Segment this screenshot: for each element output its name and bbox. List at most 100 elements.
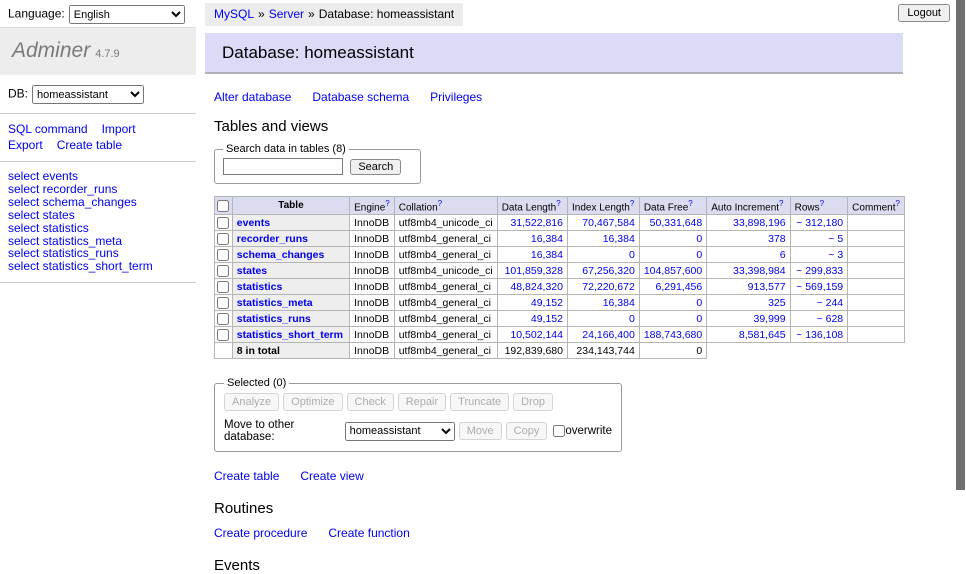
data-length-link[interactable]: 31,522,816 <box>510 217 563 229</box>
import-link[interactable]: Import <box>102 121 136 137</box>
sql-command-link[interactable]: SQL command <box>8 121 88 137</box>
index-length-link[interactable]: 24,166,400 <box>582 329 635 341</box>
data-free-link[interactable]: 6,291,456 <box>656 281 703 293</box>
data-free-link[interactable]: 188,743,680 <box>644 329 702 341</box>
rows-estimate-link[interactable]: ~ 3 <box>828 249 843 261</box>
row-checkbox[interactable] <box>217 249 229 261</box>
create-function-link[interactable]: Create function <box>328 526 409 540</box>
rows-estimate-link[interactable]: ~ 299,833 <box>796 265 843 277</box>
auto-increment-link[interactable]: 33,898,196 <box>733 217 786 229</box>
table-name-link[interactable]: statistics <box>237 281 283 293</box>
sidebar-select-link[interactable]: select schema_changes <box>8 196 188 209</box>
rows-estimate-link[interactable]: ~ 569,159 <box>796 281 843 293</box>
column-help-link[interactable]: ? <box>630 199 634 208</box>
create-procedure-link[interactable]: Create procedure <box>214 526 307 540</box>
data-length-link[interactable]: 16,384 <box>531 249 563 261</box>
rows-estimate-link[interactable]: ~ 136,108 <box>796 329 843 341</box>
auto-increment-link[interactable]: 33,398,984 <box>733 265 786 277</box>
table-name-link[interactable]: statistics_short_term <box>237 329 343 341</box>
column-help-link[interactable]: ? <box>896 199 900 208</box>
data-free-link[interactable]: 50,331,648 <box>650 217 703 229</box>
auto-increment-link[interactable]: 39,999 <box>753 313 785 325</box>
rows-estimate-link[interactable]: ~ 312,180 <box>796 217 843 229</box>
index-length-link[interactable]: 70,467,584 <box>582 217 635 229</box>
table-name-link[interactable]: events <box>237 217 270 229</box>
db-select[interactable]: homeassistant <box>32 85 144 104</box>
row-checkbox[interactable] <box>217 313 229 325</box>
column-help-link[interactable]: ? <box>820 199 824 208</box>
privileges-link[interactable]: Privileges <box>430 90 482 104</box>
search-button[interactable]: Search <box>350 159 401 175</box>
column-help-link[interactable]: ? <box>779 199 783 208</box>
table-name-link[interactable]: states <box>237 265 267 277</box>
repair-button[interactable]: Repair <box>398 393 446 411</box>
move-database-select[interactable]: homeassistant <box>345 422 455 441</box>
database-schema-link[interactable]: Database schema <box>312 90 409 104</box>
column-help-link[interactable]: ? <box>438 199 442 208</box>
auto-increment-link[interactable]: 913,577 <box>748 281 786 293</box>
auto-increment-link[interactable]: 378 <box>768 233 786 245</box>
create-view-link[interactable]: Create view <box>300 469 363 483</box>
row-checkbox[interactable] <box>217 265 229 277</box>
rows-estimate-link[interactable]: ~ 5 <box>828 233 843 245</box>
data-length-link[interactable]: 16,384 <box>531 233 563 245</box>
data-length-link[interactable]: 48,824,320 <box>510 281 563 293</box>
index-length-link[interactable]: 0 <box>629 249 635 261</box>
index-length-link[interactable]: 67,256,320 <box>582 265 635 277</box>
create-table-link[interactable]: Create table <box>214 469 279 483</box>
data-free-link[interactable]: 104,857,600 <box>644 265 702 277</box>
data-free-link[interactable]: 0 <box>696 313 702 325</box>
create-table-link-sidebar[interactable]: Create table <box>57 137 122 153</box>
column-help-link[interactable]: ? <box>688 199 692 208</box>
data-length-link[interactable]: 10,502,144 <box>510 329 563 341</box>
language-select[interactable]: English <box>69 5 185 24</box>
select-all-checkbox[interactable] <box>217 200 229 212</box>
auto-increment-link[interactable]: 8,581,645 <box>739 329 786 341</box>
data-length-link[interactable]: 101,859,328 <box>505 265 563 277</box>
logout-button[interactable]: Logout <box>898 4 950 22</box>
table-name-link[interactable]: statistics_runs <box>237 313 311 325</box>
data-length-link[interactable]: 49,152 <box>531 297 563 309</box>
alter-database-link[interactable]: Alter database <box>214 90 291 104</box>
data-free-link[interactable]: 0 <box>696 297 702 309</box>
check-button[interactable]: Check <box>347 393 394 411</box>
column-help-link[interactable]: ? <box>556 199 560 208</box>
optimize-button[interactable]: Optimize <box>283 393 342 411</box>
index-length-link[interactable]: 0 <box>629 313 635 325</box>
data-length-link[interactable]: 49,152 <box>531 313 563 325</box>
sidebar-select-link[interactable]: select statistics_short_term <box>8 260 188 273</box>
sidebar-select-link[interactable]: select states <box>8 209 188 222</box>
search-input[interactable] <box>223 158 343 175</box>
breadcrumb-mysql-link[interactable]: MySQL <box>214 7 254 21</box>
truncate-button[interactable]: Truncate <box>450 393 509 411</box>
row-checkbox[interactable] <box>217 281 229 293</box>
row-checkbox[interactable] <box>217 233 229 245</box>
index-length-link[interactable]: 16,384 <box>603 297 635 309</box>
copy-button[interactable]: Copy <box>506 422 548 440</box>
move-button[interactable]: Move <box>459 422 502 440</box>
table-name-link[interactable]: recorder_runs <box>237 233 308 245</box>
row-checkbox[interactable] <box>217 329 229 341</box>
drop-button[interactable]: Drop <box>513 393 553 411</box>
overwrite-checkbox[interactable] <box>553 425 565 437</box>
breadcrumb-server-link[interactable]: Server <box>269 7 304 21</box>
data-free-link[interactable]: 0 <box>696 233 702 245</box>
index-length-link[interactable]: 72,220,672 <box>582 281 635 293</box>
data-free-link[interactable]: 0 <box>696 249 702 261</box>
sidebar-select-link[interactable]: select statistics <box>8 222 188 235</box>
column-help-link[interactable]: ? <box>385 199 389 208</box>
analyze-button[interactable]: Analyze <box>224 393 279 411</box>
row-checkbox[interactable] <box>217 217 229 229</box>
sidebar-select-link[interactable]: select events <box>8 170 188 183</box>
sidebar-select-link[interactable]: select recorder_runs <box>8 183 188 196</box>
export-link[interactable]: Export <box>8 137 43 153</box>
auto-increment-link[interactable]: 325 <box>768 297 786 309</box>
vertical-scrollbar[interactable] <box>955 0 966 543</box>
table-name-link[interactable]: statistics_meta <box>237 297 313 309</box>
auto-increment-link[interactable]: 6 <box>780 249 786 261</box>
rows-estimate-link[interactable]: ~ 628 <box>817 313 844 325</box>
index-length-link[interactable]: 16,384 <box>603 233 635 245</box>
table-name-link[interactable]: schema_changes <box>237 249 325 261</box>
row-checkbox[interactable] <box>217 297 229 309</box>
rows-estimate-link[interactable]: ~ 244 <box>817 297 844 309</box>
